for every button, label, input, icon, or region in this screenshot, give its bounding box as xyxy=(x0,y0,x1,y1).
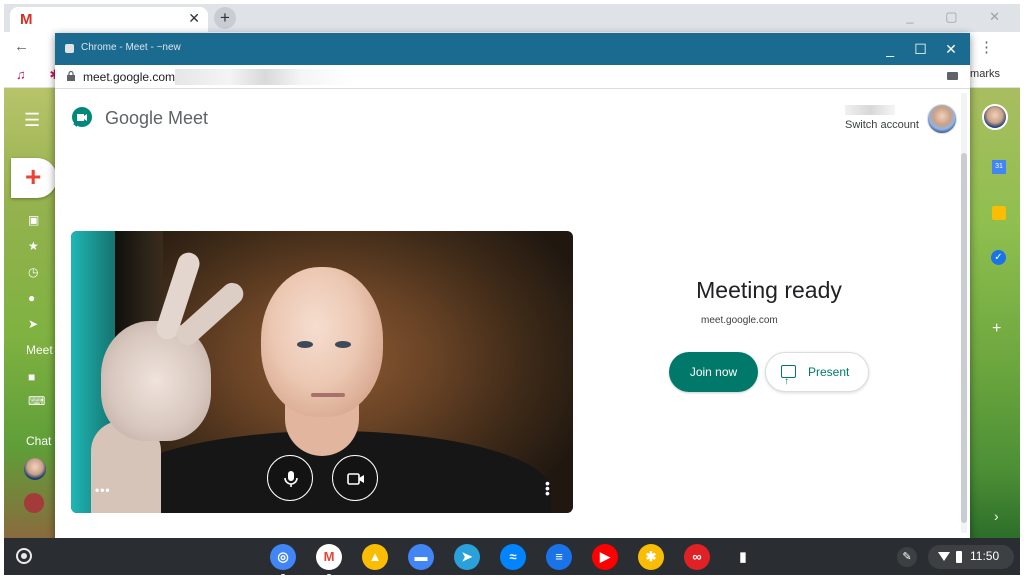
running-indicator xyxy=(327,574,331,575)
present-button[interactable]: Present xyxy=(765,352,869,401)
shelf-app-bitwarden[interactable]: ▮ xyxy=(730,544,756,570)
close-tab-icon[interactable]: ✕ xyxy=(188,10,200,27)
chrome-favicon-icon xyxy=(65,44,74,53)
redacted-url-path xyxy=(175,69,355,85)
adobe-acrobat-icon: ∞ xyxy=(692,549,702,564)
chat-avatar[interactable] xyxy=(24,458,46,480)
present-screen-icon xyxy=(781,363,796,401)
camera-preview: ••• • • • xyxy=(71,231,573,513)
messages-icon: ≡ xyxy=(555,549,563,564)
popup-titlebar[interactable]: Chrome - Meet - ~new _ ☐ ✕ xyxy=(55,33,970,65)
google-meet-icon xyxy=(72,107,93,127)
preview-left-eye xyxy=(297,341,313,348)
shelf-app-youtube[interactable]: ▶ xyxy=(592,544,618,570)
youtube-icon: ▶ xyxy=(600,549,610,564)
status-tray[interactable]: 11:50 xyxy=(928,545,1014,569)
chat-contact-avatar[interactable] xyxy=(24,493,44,513)
more-vert-icon[interactable]: • • • xyxy=(545,476,551,500)
gmail-right-apps-strip: 31 ✓ + › xyxy=(970,88,1020,538)
inbox-icon[interactable]: ▣ xyxy=(28,213,39,227)
preview-right-eye xyxy=(335,341,351,348)
camera-in-use-icon[interactable] xyxy=(947,72,958,80)
gmail-left-sidebar: ☰ + ▣ ★ ◷ ● ➤ Meet ■ ⌨ Chat xyxy=(4,88,57,538)
account-avatar[interactable] xyxy=(927,104,957,134)
files-icon: ▬ xyxy=(414,549,428,564)
menu-icon[interactable]: ☰ xyxy=(24,110,40,131)
chevron-right-icon[interactable]: › xyxy=(994,508,999,524)
battery-icon xyxy=(956,551,962,563)
running-indicator xyxy=(281,574,285,575)
address-bar[interactable]: meet.google.com xyxy=(55,65,970,89)
maximize-icon[interactable]: ☐ xyxy=(908,37,934,61)
google-drive-icon: ▲ xyxy=(368,549,382,564)
meet-section-label: Meet xyxy=(26,343,53,357)
video-camera-icon xyxy=(347,473,364,485)
launcher-icon[interactable] xyxy=(16,548,32,564)
address-url: meet.google.com xyxy=(83,70,176,84)
messenger-icon: ≈ xyxy=(509,549,517,564)
popup-window-controls: _ ☐ ✕ xyxy=(877,37,964,61)
background-window-controls[interactable]: _ ▢ ✕ xyxy=(906,9,1014,25)
chrome-icon: ◎ xyxy=(277,549,289,564)
starred-icon[interactable]: ★ xyxy=(28,239,39,253)
microphone-toggle-button[interactable] xyxy=(267,455,313,501)
shelf-app-gmail[interactable]: M xyxy=(316,544,342,575)
compose-button[interactable]: + xyxy=(11,158,57,198)
shelf-app-files[interactable]: ▬ xyxy=(408,544,434,570)
shelf-app-telegram[interactable]: ➤ xyxy=(454,544,480,570)
shelf: ◎ M ▲ ▬ ➤ ≈ ≡ ▶ ✱ ∞ ▮ ✎ 11:50 xyxy=(4,538,1020,575)
present-label: Present xyxy=(808,365,850,379)
gmail-tab[interactable]: M ✕ xyxy=(10,7,208,32)
telegram-icon: ➤ xyxy=(461,549,473,564)
keep-icon[interactable] xyxy=(992,206,1006,220)
microphone-icon xyxy=(284,471,298,487)
shelf-app-messages[interactable]: ≡ xyxy=(546,544,572,570)
preview-mouth xyxy=(311,393,345,397)
clock: 11:50 xyxy=(970,549,1000,563)
new-tab-button[interactable]: + xyxy=(214,7,236,29)
google-photos-icon: ✱ xyxy=(645,549,657,564)
chromebook-screen: M ✕ + _ ▢ ✕ ← → ✱ ⋮ ♫ ✱ kmarks ☰ + ▣ ★ ◷… xyxy=(4,4,1020,575)
shelf-app-google-drive[interactable]: ▲ xyxy=(362,544,388,570)
background-tab-strip: M ✕ + _ ▢ ✕ xyxy=(4,4,1020,32)
account-avatar[interactable] xyxy=(982,104,1008,130)
popup-title: Chrome - Meet - ~new xyxy=(81,42,181,53)
shelf-app-chrome[interactable]: ◎ xyxy=(270,544,296,575)
wifi-icon xyxy=(938,552,950,561)
snoozed-icon[interactable]: ◷ xyxy=(28,265,38,279)
close-icon[interactable]: ✕ xyxy=(938,37,964,61)
gmail-favicon-icon: M xyxy=(20,11,33,28)
stylus-tools-icon[interactable]: ✎ xyxy=(897,547,917,567)
scrollbar[interactable] xyxy=(961,93,967,533)
lock-icon xyxy=(67,71,75,81)
meet-brand: Google Meet xyxy=(105,108,209,128)
get-addons-icon[interactable]: + xyxy=(992,320,1001,338)
new-meeting-icon[interactable]: ■ xyxy=(28,370,35,384)
sent-icon[interactable]: ➤ xyxy=(28,317,38,331)
meet-popup-window: Chrome - Meet - ~new _ ☐ ✕ meet.google.c… xyxy=(55,33,970,540)
tasks-icon[interactable]: ✓ xyxy=(991,250,1006,265)
meeting-url: meet.google.com xyxy=(701,315,778,326)
compose-plus-icon: + xyxy=(25,161,42,192)
meeting-ready-heading: Meeting ready xyxy=(696,277,842,303)
shelf-app-adobe-acrobat[interactable]: ∞ xyxy=(684,544,710,570)
bitwarden-icon: ▮ xyxy=(739,549,747,564)
important-icon[interactable]: ● xyxy=(28,291,35,305)
join-meeting-icon[interactable]: ⌨ xyxy=(28,394,45,408)
minimize-icon[interactable]: _ xyxy=(877,37,903,61)
calendar-icon[interactable]: 31 xyxy=(992,160,1006,174)
redacted-account-email xyxy=(845,105,895,115)
join-now-button[interactable]: Join now xyxy=(669,352,758,392)
switch-account-link[interactable]: Switch account xyxy=(845,119,919,131)
shelf-app-messenger[interactable]: ≈ xyxy=(500,544,526,570)
shelf-app-google-photos[interactable]: ✱ xyxy=(638,544,664,570)
more-options-icon[interactable]: ••• xyxy=(95,483,111,497)
meet-page: Google Meet Switch account ••• • • • Mee… xyxy=(55,89,960,540)
gmail-icon: M xyxy=(323,549,335,564)
camera-toggle-button[interactable] xyxy=(332,455,378,501)
scrollbar-thumb[interactable] xyxy=(961,153,967,523)
chat-section-label: Chat xyxy=(26,434,52,448)
